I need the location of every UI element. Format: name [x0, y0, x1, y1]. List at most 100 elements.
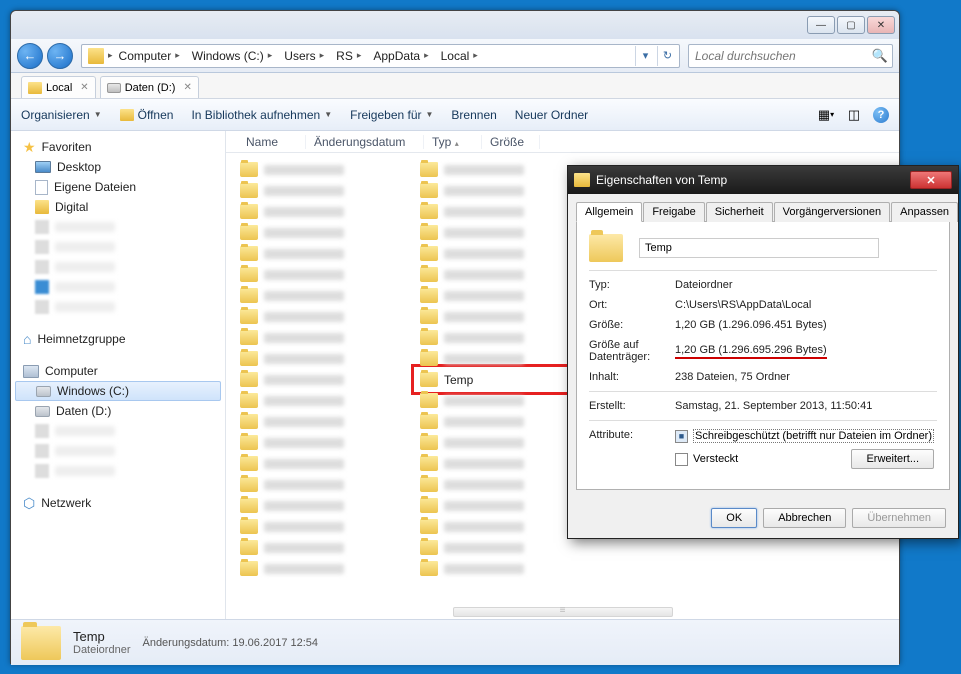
share-button[interactable]: Freigeben für▼ — [350, 108, 433, 122]
file-item-blurred[interactable] — [416, 558, 596, 579]
dialog-title: Eigenschaften von Temp — [596, 173, 727, 187]
breadcrumb[interactable]: AppData▸ — [367, 47, 434, 65]
col-type[interactable]: Typ ▴ — [432, 135, 482, 149]
minimize-button[interactable]: — — [807, 16, 835, 34]
maximize-button[interactable]: ▢ — [837, 16, 865, 34]
col-size[interactable]: Größe — [490, 135, 540, 149]
sidebar-item-blurred[interactable] — [11, 421, 225, 441]
tab-daten[interactable]: Daten (D:) ✕ — [100, 76, 199, 98]
tab-sharing[interactable]: Freigabe — [643, 202, 704, 222]
breadcrumb[interactable]: Users▸ — [278, 47, 330, 65]
search-box[interactable]: 🔍 — [688, 44, 893, 68]
preview-pane-icon[interactable]: ◫ — [845, 106, 863, 124]
file-item-blurred[interactable] — [236, 201, 416, 222]
file-item-blurred[interactable] — [236, 159, 416, 180]
network-icon: ⬡ — [23, 495, 35, 512]
search-input[interactable] — [693, 48, 872, 64]
file-label — [264, 396, 344, 406]
forward-button[interactable]: → — [47, 43, 73, 69]
file-item-blurred[interactable] — [236, 327, 416, 348]
sidebar-digital[interactable]: Digital — [11, 197, 225, 217]
file-label — [264, 459, 344, 469]
breadcrumb[interactable]: RS▸ — [330, 47, 367, 65]
ok-button[interactable]: OK — [711, 508, 757, 528]
location-value: C:\Users\RS\AppData\Local — [675, 299, 811, 311]
dialog-titlebar[interactable]: Eigenschaften von Temp ✕ — [568, 166, 958, 194]
sidebar-drive-c[interactable]: Windows (C:) — [15, 381, 221, 401]
close-button[interactable]: ✕ — [867, 16, 895, 34]
sidebar-item-blurred[interactable] — [11, 441, 225, 461]
file-item-blurred[interactable] — [236, 432, 416, 453]
file-item-blurred[interactable] — [236, 411, 416, 432]
search-icon[interactable]: 🔍 — [872, 48, 888, 64]
tab-customize[interactable]: Anpassen — [891, 202, 958, 222]
tab-security[interactable]: Sicherheit — [706, 202, 773, 222]
dialog-close-button[interactable]: ✕ — [910, 171, 952, 189]
tab-local[interactable]: Local ✕ — [21, 76, 96, 98]
file-label — [444, 207, 524, 217]
sidebar-drive-d[interactable]: Daten (D:) — [11, 401, 225, 421]
apply-button[interactable]: Übernehmen — [852, 508, 946, 528]
organize-button[interactable]: Organisieren▼ — [21, 108, 102, 122]
dropdown-icon[interactable]: ▾ — [635, 46, 655, 66]
file-item-blurred[interactable] — [236, 453, 416, 474]
breadcrumb[interactable]: Computer▸ — [113, 47, 186, 65]
hidden-checkbox[interactable] — [675, 453, 688, 466]
folder-icon — [420, 162, 438, 177]
open-button[interactable]: Öffnen — [120, 108, 174, 122]
address-bar[interactable]: ▸ Computer▸ Windows (C:)▸ Users▸ RS▸ App… — [81, 44, 680, 68]
file-label — [444, 564, 524, 574]
sidebar-item-blurred[interactable] — [11, 217, 225, 237]
col-date[interactable]: Änderungsdatum — [314, 135, 424, 149]
back-button[interactable]: ← — [17, 43, 43, 69]
file-item-blurred[interactable] — [236, 537, 416, 558]
breadcrumb[interactable]: Windows (C:)▸ — [186, 47, 279, 65]
file-item-blurred[interactable] — [236, 390, 416, 411]
file-item-blurred[interactable] — [416, 537, 596, 558]
contents-label: Inhalt: — [589, 371, 675, 383]
sidebar-documents[interactable]: Eigene Dateien — [11, 177, 225, 197]
file-item-blurred[interactable] — [236, 306, 416, 327]
file-item-blurred[interactable] — [236, 369, 416, 390]
close-tab-icon[interactable]: ✕ — [183, 82, 191, 93]
file-item-blurred[interactable] — [236, 243, 416, 264]
tab-general[interactable]: Allgemein — [576, 202, 642, 222]
help-icon[interactable]: ? — [873, 107, 889, 123]
folder-name-input[interactable] — [639, 238, 879, 258]
breadcrumb[interactable]: Local▸ — [435, 47, 484, 65]
sidebar-favorites[interactable]: ★Favoriten — [11, 137, 225, 157]
advanced-button[interactable]: Erweitert... — [851, 449, 934, 469]
file-item-blurred[interactable] — [236, 285, 416, 306]
sidebar-desktop[interactable]: Desktop — [11, 157, 225, 177]
file-item-blurred[interactable] — [236, 474, 416, 495]
file-label — [264, 354, 344, 364]
cancel-button[interactable]: Abbrechen — [763, 508, 846, 528]
file-item-blurred[interactable] — [236, 180, 416, 201]
file-item-blurred[interactable] — [236, 264, 416, 285]
newfolder-button[interactable]: Neuer Ordner — [515, 108, 588, 122]
sidebar-homegroup[interactable]: ⌂Heimnetzgruppe — [11, 329, 225, 349]
library-button[interactable]: In Bibliothek aufnehmen▼ — [191, 108, 332, 122]
sidebar-item-blurred[interactable] — [11, 237, 225, 257]
file-item-blurred[interactable] — [236, 348, 416, 369]
sidebar-computer[interactable]: Computer — [11, 361, 225, 381]
file-item-blurred[interactable] — [236, 516, 416, 537]
col-name[interactable]: Name — [246, 135, 306, 149]
tab-previous[interactable]: Vorgängerversionen — [774, 202, 890, 222]
horizontal-scrollbar[interactable] — [453, 607, 673, 617]
sidebar-network[interactable]: ⬡Netzwerk — [11, 493, 225, 513]
file-item-blurred[interactable] — [236, 495, 416, 516]
sidebar-item-blurred[interactable] — [11, 257, 225, 277]
sidebar-item-blurred[interactable] — [11, 461, 225, 481]
sidebar-item-blurred[interactable] — [11, 277, 225, 297]
file-item-blurred[interactable] — [236, 222, 416, 243]
view-options-icon[interactable]: ▦▾ — [817, 106, 835, 124]
file-label — [264, 291, 344, 301]
readonly-checkbox[interactable]: ■ — [675, 430, 688, 443]
close-tab-icon[interactable]: ✕ — [80, 82, 88, 93]
burn-button[interactable]: Brennen — [451, 108, 496, 122]
file-item-blurred[interactable] — [236, 558, 416, 579]
file-label — [264, 501, 344, 511]
refresh-icon[interactable]: ↻ — [657, 46, 677, 66]
sidebar-item-blurred[interactable] — [11, 297, 225, 317]
